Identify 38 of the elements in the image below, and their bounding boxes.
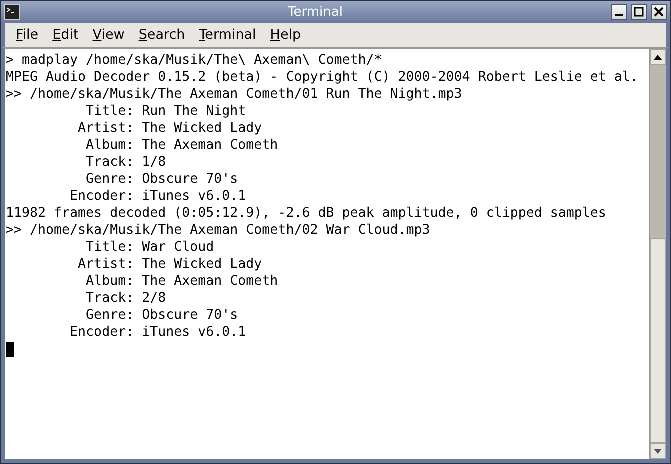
terminal-line: Encoder: iTunes v6.0.1 — [69, 188, 248, 205]
terminal-line: Artist: The Wicked Lady — [77, 256, 264, 273]
terminal-icon — [4, 4, 20, 20]
down-arrow-icon — [654, 448, 662, 454]
text-cursor — [6, 342, 14, 357]
menu-item[interactable]: Edit — [46, 25, 86, 45]
terminal-line: Track: 1/8 — [85, 154, 168, 171]
terminal-line: Album: The Axeman Cometh — [85, 273, 280, 290]
terminal-line: Album: The Axeman Cometh — [85, 137, 280, 154]
up-arrow-icon — [654, 54, 662, 60]
minimize-icon — [615, 14, 623, 16]
terminal-line: Track: 2/8 — [85, 290, 168, 307]
terminal-line: Genre: Obscure 70's — [85, 307, 240, 324]
terminal-line: >> /home/ska/Musik/The Axeman Cometh/01 Run The Night.mp3 — [6, 86, 464, 103]
terminal-line: MPEG Audio Decoder 0.15.2 (beta) - Copyright (C) 2000-2004 Robert Leslie et al. — [6, 69, 640, 86]
window-title: Terminal — [287, 4, 344, 20]
menu-item[interactable]: File — [9, 25, 46, 45]
terminal-line: Encoder: iTunes v6.0.1 — [69, 324, 248, 341]
scrollbar-thumb[interactable] — [650, 238, 666, 443]
terminal-line: >> /home/ska/Musik/The Axeman Cometh/02 War Cloud.mp3 — [6, 222, 432, 239]
maximize-button[interactable] — [631, 4, 647, 20]
menu-item[interactable]: Search — [132, 25, 192, 45]
terminal-line: Genre: Obscure 70's — [85, 171, 240, 188]
menu-item[interactable]: Help — [263, 25, 308, 45]
terminal-line: 11982 frames decoded (0:05:12.9), -2.6 dB peak amplitude, 0 clipped samples — [6, 205, 608, 222]
minimize-button[interactable] — [611, 4, 627, 20]
close-icon — [654, 7, 664, 17]
maximize-icon — [634, 7, 644, 17]
close-button[interactable] — [651, 4, 667, 20]
scroll-up-button[interactable] — [650, 49, 666, 65]
scroll-down-button[interactable] — [650, 443, 666, 459]
scrollbar[interactable] — [649, 49, 666, 459]
terminal-line: Artist: The Wicked Lady — [77, 120, 264, 137]
terminal-line: Title: War Cloud — [85, 239, 216, 256]
terminal-line: > madplay /home/ska/Musik/The\ Axeman\ Cometh/* — [6, 52, 384, 69]
menu-item[interactable]: Terminal — [192, 25, 264, 45]
terminal-line: Title: Run The Night — [85, 103, 248, 120]
menu-item[interactable]: View — [86, 25, 132, 45]
